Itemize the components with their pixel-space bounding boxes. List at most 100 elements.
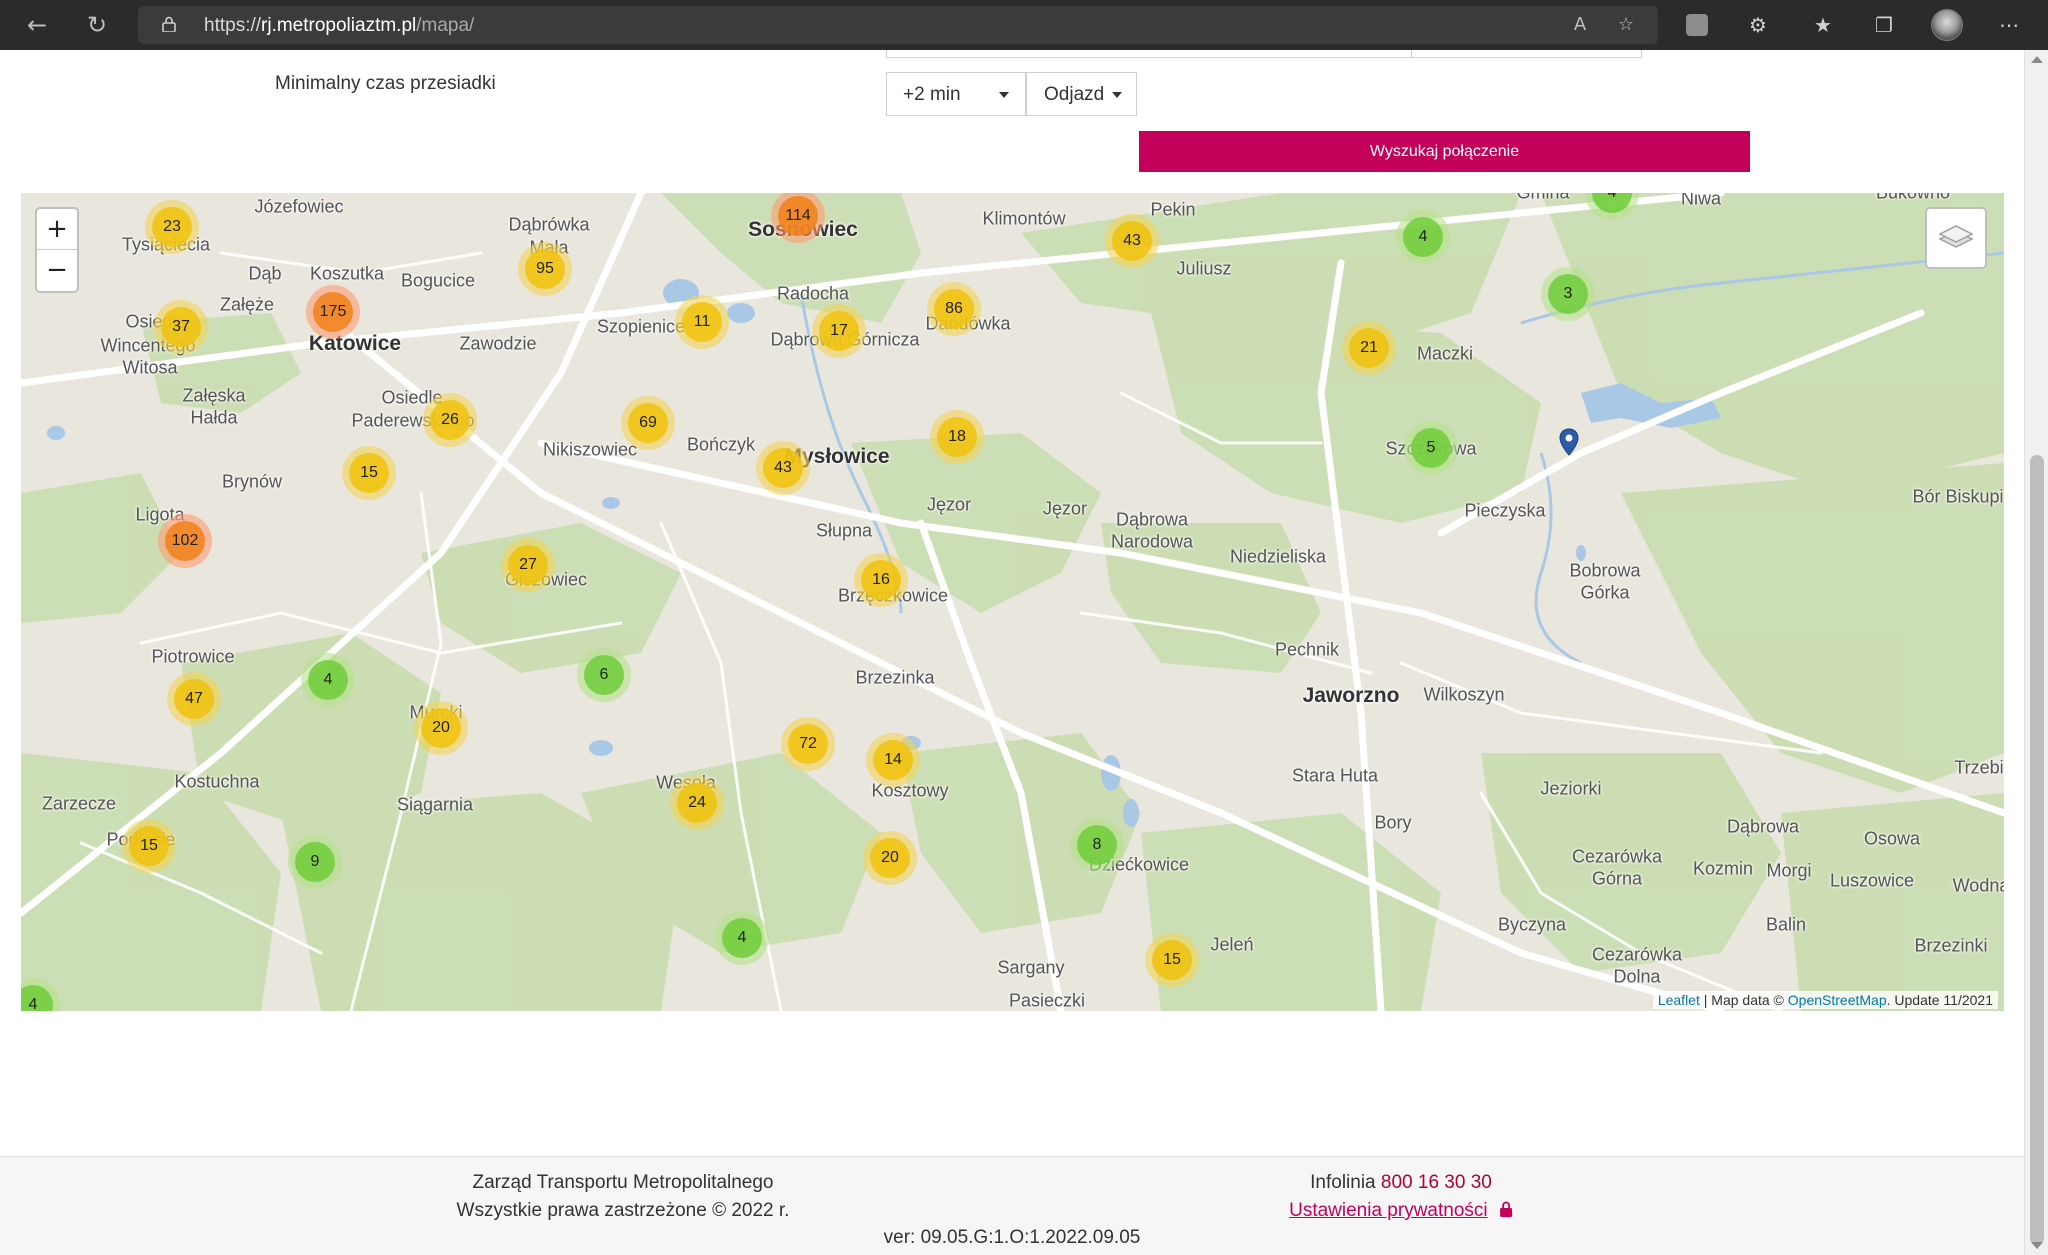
- map-cluster[interactable]: 69: [621, 396, 675, 450]
- cluster-count: 20: [421, 708, 461, 748]
- cluster-count: 8: [1077, 825, 1117, 865]
- place-label: Kozmin: [1692, 858, 1754, 879]
- read-aloud-icon[interactable]: A: [1568, 14, 1592, 36]
- cluster-count: 15: [1152, 940, 1192, 980]
- place-label: Dąbrówka: [508, 214, 590, 235]
- map-cluster[interactable]: 102: [158, 514, 212, 568]
- search-connection-button[interactable]: Wyszukaj połączenie: [1139, 131, 1750, 172]
- map-cluster[interactable]: 4: [301, 653, 355, 707]
- map-cluster[interactable]: 8: [1070, 818, 1124, 872]
- map-cluster[interactable]: 6: [577, 648, 631, 702]
- cluster-count: 18: [937, 417, 977, 457]
- favorite-add-icon[interactable]: ☆: [1614, 14, 1638, 36]
- privacy-settings-link[interactable]: Ustawienia prywatności: [1289, 1200, 1513, 1222]
- place-label: Bory: [1374, 812, 1412, 833]
- map-cluster[interactable]: 86: [927, 282, 981, 336]
- openstreetmap-link[interactable]: OpenStreetMap: [1788, 992, 1887, 1008]
- map-cluster[interactable]: 17: [812, 304, 866, 358]
- map-cluster[interactable]: 21: [1342, 321, 1396, 375]
- place-label: Stara Huta: [1291, 765, 1379, 786]
- cluster-count: 3: [1548, 274, 1588, 314]
- zoom-control: + −: [35, 207, 79, 293]
- map-cluster[interactable]: 11: [675, 295, 729, 349]
- map-cluster[interactable]: 15: [1145, 933, 1199, 987]
- transfer-time-select[interactable]: +2 min: [886, 72, 1026, 116]
- map-cluster[interactable]: 9: [288, 835, 342, 889]
- map[interactable]: Józefowiec Dąbrówka Mała Sosnowiec Klimo…: [21, 193, 2004, 1011]
- scroll-up-icon[interactable]: [2031, 56, 2043, 63]
- place-label: Narodowa: [1110, 531, 1194, 552]
- map-cluster[interactable]: 20: [414, 701, 468, 755]
- place-label: Pieczyska: [1464, 500, 1546, 521]
- zoom-out-button[interactable]: −: [37, 250, 77, 291]
- leaflet-link[interactable]: Leaflet: [1658, 992, 1700, 1008]
- cluster-count: 9: [295, 842, 335, 882]
- map-cluster[interactable]: 26: [423, 393, 477, 447]
- back-icon[interactable]: ←: [22, 10, 52, 40]
- cluster-count: 11: [682, 302, 722, 342]
- map-cluster[interactable]: 95: [518, 242, 572, 296]
- profile-avatar[interactable]: [1931, 9, 1963, 41]
- cluster-count: 5: [1411, 428, 1451, 468]
- cluster-count: 6: [584, 655, 624, 695]
- map-cluster[interactable]: 47: [167, 672, 221, 726]
- map-cluster[interactable]: 43: [756, 441, 810, 495]
- map-cluster[interactable]: 27: [501, 538, 555, 592]
- lock-icon[interactable]: [162, 16, 176, 32]
- place-label: Juliusz: [1176, 258, 1232, 279]
- place-label: Osowa: [1863, 828, 1921, 849]
- scrollbar-thumb[interactable]: [2030, 455, 2044, 1245]
- map-cluster[interactable]: 23: [145, 200, 199, 254]
- place-label: Brzezinki: [1914, 935, 1988, 956]
- map-cluster[interactable]: 14: [866, 733, 920, 787]
- map-cluster[interactable]: 43: [1105, 214, 1159, 268]
- favorites-icon[interactable]: ★: [1808, 10, 1838, 40]
- place-label: Hałda: [190, 407, 238, 428]
- map-cluster[interactable]: 175: [306, 285, 360, 339]
- footer-copyright: Wszystkie prawa zastrzeżone © 2022 r.: [456, 1200, 790, 1221]
- refresh-icon[interactable]: ↻: [82, 10, 112, 40]
- map-cluster[interactable]: 16: [854, 553, 908, 607]
- place-label: Koszutka: [309, 263, 385, 284]
- helpline-phone[interactable]: 800 16 30 30: [1381, 1172, 1492, 1193]
- place-label: Klimontów: [982, 208, 1066, 229]
- place-label: Zawodzie: [459, 333, 537, 354]
- helpline-label: Infolinia: [1310, 1172, 1381, 1193]
- zoom-in-button[interactable]: +: [37, 209, 77, 250]
- address-bar[interactable]: https://rj.metropoliaztm.pl/mapa/ A ☆: [138, 6, 1658, 44]
- place-label: Radocha: [776, 283, 850, 304]
- direction-select[interactable]: Odjazd: [1026, 72, 1137, 116]
- cluster-count: 4: [21, 985, 53, 1011]
- map-cluster[interactable]: 4: [1396, 210, 1450, 264]
- map-cluster[interactable]: 4: [715, 911, 769, 965]
- extension-icon[interactable]: [1686, 14, 1708, 36]
- more-icon[interactable]: ⋯: [1994, 10, 2024, 40]
- map-cluster[interactable]: 15: [342, 446, 396, 500]
- map-cluster[interactable]: 24: [670, 776, 724, 830]
- place-label: Maczki: [1416, 343, 1474, 364]
- place-label: Brynów: [221, 471, 283, 492]
- cluster-count: 15: [349, 453, 389, 493]
- scroll-down-icon[interactable]: [2031, 1242, 2043, 1249]
- map-cluster[interactable]: 18: [930, 410, 984, 464]
- location-marker-icon[interactable]: [1559, 428, 1579, 456]
- cluster-count: 86: [934, 289, 974, 329]
- extensions-icon[interactable]: ⚙: [1743, 10, 1773, 40]
- map-cluster[interactable]: 3: [1541, 267, 1595, 321]
- collections-icon[interactable]: ❐: [1869, 10, 1899, 40]
- map-attribution: Leaflet | Map data © OpenStreetMap. Upda…: [1652, 991, 1998, 1009]
- map-cluster[interactable]: 5: [1404, 421, 1458, 475]
- page-scrollbar[interactable]: [2024, 50, 2048, 1255]
- url-text[interactable]: https://rj.metropoliaztm.pl/mapa/: [204, 15, 474, 37]
- map-cluster[interactable]: 37: [154, 300, 208, 354]
- cluster-count: 43: [763, 448, 803, 488]
- place-label: Morgi: [1766, 860, 1812, 881]
- cluster-count: 15: [129, 826, 169, 866]
- layers-control[interactable]: [1925, 207, 1987, 269]
- place-label: Pechnik: [1274, 639, 1340, 660]
- map-cluster[interactable]: 20: [863, 831, 917, 885]
- map-cluster[interactable]: 15: [122, 819, 176, 873]
- attribution-update: . Update 11/2021: [1886, 992, 1993, 1008]
- map-cluster[interactable]: 72: [781, 717, 835, 771]
- cluster-count: 175: [313, 292, 353, 332]
